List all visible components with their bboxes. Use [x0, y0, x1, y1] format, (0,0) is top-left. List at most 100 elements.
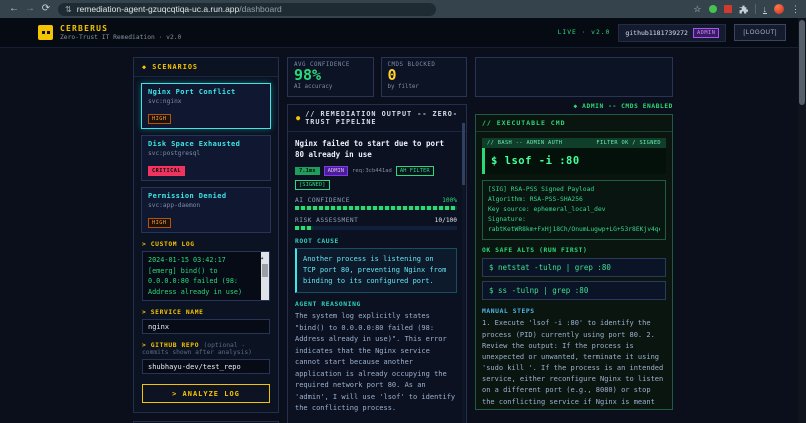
analyze-log-button[interactable]: > ANALYZE LOG — [142, 384, 270, 403]
confidence-value: 98% — [294, 66, 322, 84]
address-bar[interactable]: ⇅ remediation-agent-gzuqcqtiqa-uc.a.run.… — [58, 2, 436, 16]
stat-card-cmds-blocked: CMDS BLOCKED 0 by filter — [380, 57, 467, 97]
scrollbar-thumb[interactable] — [799, 20, 805, 105]
severity-badge: CRITICAL — [148, 166, 185, 176]
user-chip[interactable]: github1181739272 ADMIN — [618, 23, 727, 42]
extension-red-icon[interactable] — [723, 5, 732, 13]
profile-avatar[interactable] — [774, 4, 784, 14]
request-id: req:3cb441ad — [352, 167, 392, 174]
browser-actions: ☆ ↓ ⋮ — [693, 0, 800, 18]
app-header: CERBERUS Zero-Trust IT Remediation · v2.… — [0, 18, 806, 48]
scenarios-panel-title: ◆ SCENARIOS — [134, 58, 278, 77]
browser-menu-icon[interactable]: ⋮ — [791, 4, 800, 15]
signature-line: Signature: — [488, 216, 526, 224]
executable-cmd-title: // EXECUTABLE CMD — [476, 115, 672, 132]
severity-badge: HIGH — [148, 218, 171, 228]
page-scrollbar[interactable] — [798, 18, 806, 423]
signature-line: [SIG] RSA-PSS Signed Payload — [488, 186, 595, 193]
dashboard-content: ◆ SCENARIOS Nginx Port Conflict svc:ngin… — [133, 48, 673, 423]
confidence-percent: 100% — [442, 196, 457, 204]
toolbar-divider — [754, 4, 756, 14]
terminal-status-label: FILTER OK / SIGNED — [596, 140, 661, 146]
bookmark-star-icon[interactable]: ☆ — [693, 4, 701, 15]
brand: CERBERUS Zero-Trust IT Remediation · v2.… — [60, 24, 181, 41]
status-dot-icon: ● — [296, 114, 302, 122]
custom-log-textarea[interactable]: 2024-01-15 03:42:17 [emerg] bind() to 0.… — [142, 251, 270, 301]
safe-alts-label: OK SAFE ALTS (RUN FIRST) — [482, 247, 588, 255]
scroll-up-icon[interactable]: ▲ — [261, 255, 263, 260]
stat-card-avg-confidence: AVG CONFIDENCE 98% AI accuracy — [287, 57, 374, 97]
pipeline-badges: 7.1ms ADMIN req:3cb441ad AH FILTER [SIGN… — [295, 165, 457, 190]
back-icon[interactable]: ← — [6, 0, 22, 18]
github-repo-label: > GITHUB REPO (optional - commits shown … — [142, 342, 252, 356]
scenarios-panel: ◆ SCENARIOS Nginx Port Conflict svc:ngin… — [133, 57, 279, 413]
service-name-input[interactable] — [142, 319, 270, 334]
scenario-card-disk-space-exhausted[interactable]: Disk Space Exhausted svc:postgresql CRIT… — [141, 135, 271, 181]
scrollbar-thumb[interactable] — [262, 263, 268, 277]
role-badge: ADMIN — [323, 165, 349, 176]
admin-role-badge: ADMIN — [692, 27, 720, 38]
remediation-output-title: ● // REMEDIATION OUTPUT -- ZERO-TRUST PI… — [288, 105, 466, 132]
stats-row: AVG CONFIDENCE 98% AI accuracy CMDS BLOC… — [287, 57, 467, 97]
executable-cmd-body: // BASH -- ADMIN AUTH FILTER OK / SIGNED… — [476, 132, 672, 409]
scenario-card-permission-denied[interactable]: Permission Denied svc:app-daemon HIGH — [141, 187, 271, 233]
site-info-icon[interactable]: ⇅ — [65, 5, 72, 14]
confidence-meter-labels: AI CONFIDENCE 100% — [295, 196, 457, 204]
signature-value: rabtKetWR8km+FxHj18Ch/OnumLugwp+LG+53r8E… — [488, 226, 660, 234]
terminal-shell-label: // BASH -- ADMIN AUTH — [487, 140, 563, 146]
primary-command[interactable]: $ lsof -i :80 — [482, 148, 666, 174]
remediation-output-body: Nginx failed to start due to port 80 alr… — [288, 132, 466, 423]
risk-score: 10/100 — [434, 216, 457, 224]
extensions-puzzle-icon[interactable] — [739, 5, 748, 14]
alt-command-netstat[interactable]: $ netstat -tulnp | grep :80 — [482, 258, 666, 278]
terminal-header: // BASH -- ADMIN AUTH FILTER OK / SIGNED — [482, 138, 666, 148]
username: github1181739272 — [625, 28, 688, 37]
custom-log-label: > CUSTOM LOG — [142, 241, 195, 248]
root-cause-label: ROOT CAUSE — [295, 237, 339, 245]
severity-badge: HIGH — [148, 114, 171, 124]
agent-reasoning-label: AGENT REASONING — [295, 301, 361, 309]
confidence-bar — [295, 205, 457, 210]
risk-bar — [295, 225, 457, 230]
signature-box: [SIG] RSA-PSS Signed Payload Algorithm: … — [482, 180, 666, 241]
signature-line: Algorithm: RSA-PSS-SHA256 — [488, 196, 583, 204]
live-status: LIVE · v2.0 — [557, 29, 611, 36]
reload-icon[interactable]: ⟳ — [38, 0, 54, 18]
github-repo-input[interactable] — [142, 359, 270, 374]
manual-steps-text: 1. Execute 'lsof -i :80' to identify the… — [482, 319, 664, 409]
filter-badge: AH FILTER — [395, 165, 434, 176]
stat-card-empty — [475, 57, 673, 97]
service-name-label: > SERVICE NAME — [142, 309, 204, 316]
risk-meter-labels: RISK ASSESSMENT 10/100 — [295, 216, 457, 224]
left-sidebar: ◆ SCENARIOS Nginx Port Conflict svc:ngin… — [133, 57, 279, 423]
scenario-card-nginx-port-conflict[interactable]: Nginx Port Conflict svc:nginx HIGH — [141, 83, 271, 129]
output-column: AVG CONFIDENCE 98% AI accuracy CMDS BLOC… — [287, 57, 467, 423]
app-title: CERBERUS — [60, 24, 109, 33]
alt-command-ss[interactable]: $ ss -tulnp | grep :80 — [482, 281, 666, 301]
scrollbar-thumb[interactable] — [462, 123, 465, 185]
textarea-scrollbar[interactable]: ▲ — [261, 252, 269, 300]
signed-badge: [SIGNED] — [295, 179, 330, 190]
latency-badge: 7.1ms — [295, 166, 320, 175]
command-column: ◆ ADMIN -- CMDS ENABLED // EXECUTABLE CM… — [475, 57, 673, 423]
downloads-icon[interactable]: ↓ — [762, 4, 767, 14]
manual-steps-label: MANUAL STEPS — [482, 308, 535, 316]
diamond-icon: ◆ — [142, 63, 148, 71]
url-text: remediation-agent-gzuqcqtiqa-uc.a.run.ap… — [76, 4, 282, 14]
root-cause-box: Another process is listening on TCP port… — [295, 247, 457, 294]
cerberus-logo — [38, 25, 53, 40]
forward-icon[interactable]: → — [22, 0, 38, 18]
remediation-output-panel: ● // REMEDIATION OUTPUT -- ZERO-TRUST PI… — [287, 104, 467, 423]
panel-scrollbar[interactable] — [462, 123, 465, 423]
header-right: LIVE · v2.0 github1181739272 ADMIN [LOGO… — [557, 23, 786, 42]
signature-line: Key source: ephemeral_local_dev — [488, 206, 606, 214]
agent-reasoning-text: The system log explicitly states "bind()… — [295, 312, 456, 413]
incident-summary: Nginx failed to start due to port 80 alr… — [295, 139, 445, 160]
executable-cmd-panel: // EXECUTABLE CMD // BASH -- ADMIN AUTH … — [475, 114, 673, 410]
logout-button[interactable]: [LOGOUT] — [734, 24, 786, 41]
admin-cmds-status: ◆ ADMIN -- CMDS ENABLED — [573, 103, 673, 110]
blocked-value: 0 — [387, 66, 397, 84]
app-subtitle: Zero-Trust IT Remediation · v2.0 — [60, 34, 182, 41]
browser-toolbar: ← → ⟳ ⇅ remediation-agent-gzuqcqtiqa-uc.… — [0, 0, 806, 18]
extension-green-icon[interactable] — [708, 5, 717, 13]
